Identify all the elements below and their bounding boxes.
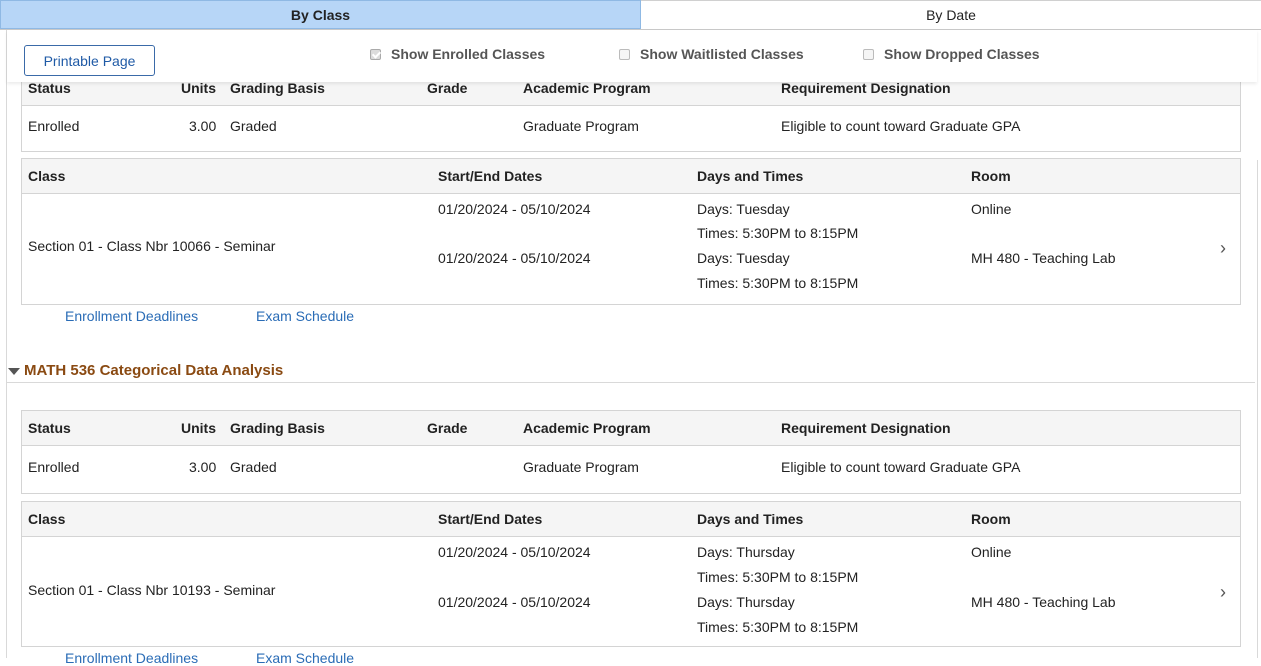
units-value: 3.00 (189, 459, 217, 475)
meeting-dates: 01/20/2024 - 05/10/2024 (438, 544, 591, 560)
course-title-text: MATH 536 Categorical Data Analysis (24, 362, 284, 379)
course-2-class-table: Class Start/End Dates Days and Times Roo… (21, 501, 1241, 647)
options-toolbar: Printable Page Show Enrolled Classes Sho… (7, 30, 1257, 82)
section-name: Section 01 - Class Nbr 10193 - Seminar (28, 582, 276, 598)
col-status-header: Status (28, 420, 71, 436)
meeting-times: Times: 5:30PM to 8:15PM (697, 275, 859, 291)
tab-by-class[interactable]: By Class (0, 0, 641, 29)
chevron-right-icon[interactable]: › (1220, 238, 1226, 259)
chevron-right-icon[interactable]: › (1220, 582, 1226, 603)
summary-header-row: Status Units Grading Basis Grade Academi… (22, 411, 1240, 446)
meeting-times: Times: 5:30PM to 8:15PM (697, 619, 859, 635)
col-units-header: Units (181, 420, 216, 436)
frame-border-left (6, 30, 7, 658)
meeting-room: MH 480 - Teaching Lab (971, 250, 1116, 266)
col-units-header: Units (181, 80, 216, 96)
tab-by-date[interactable]: By Date (641, 0, 1261, 29)
program-value: Graduate Program (523, 459, 639, 475)
requirement-value: Eligible to count toward Graduate GPA (781, 459, 1021, 475)
units-value: 3.00 (189, 118, 217, 134)
section-divider (7, 382, 1255, 383)
class-header-row: Class Start/End Dates Days and Times Roo… (22, 502, 1240, 537)
exam-schedule-link[interactable]: Exam Schedule (256, 650, 354, 666)
meeting-times: Times: 5:30PM to 8:15PM (697, 569, 859, 585)
enrollment-deadlines-link[interactable]: Enrollment Deadlines (65, 308, 198, 324)
col-dates-header: Start/End Dates (438, 168, 543, 184)
view-tabs: By Class By Date (0, 0, 1261, 30)
checkbox-unchecked-icon[interactable] (863, 48, 874, 60)
col-program-header: Academic Program (523, 80, 651, 96)
class-header-row: Class Start/End Dates Days and Times Roo… (22, 159, 1240, 194)
show-waitlisted-checkbox[interactable]: Show Waitlisted Classes (619, 46, 804, 62)
course-1-summary-table: Status Units Grading Basis Grade Academi… (21, 70, 1241, 152)
exam-schedule-link[interactable]: Exam Schedule (256, 308, 354, 324)
show-dropped-label: Show Dropped Classes (884, 46, 1040, 62)
show-dropped-checkbox[interactable]: Show Dropped Classes (863, 46, 1040, 62)
meeting-days: Days: Tuesday (697, 201, 790, 217)
col-requirement-header: Requirement Designation (781, 420, 951, 436)
requirement-value: Eligible to count toward Graduate GPA (781, 118, 1021, 134)
col-class-header: Class (28, 511, 66, 527)
col-days-times-header: Days and Times (697, 511, 804, 527)
course-2-summary-table: Status Units Grading Basis Grade Academi… (21, 410, 1241, 494)
col-room-header: Room (971, 511, 1011, 527)
printable-page-button[interactable]: Printable Page (24, 45, 155, 76)
col-program-header: Academic Program (523, 420, 651, 436)
meeting-room: Online (971, 201, 1012, 217)
col-grade-header: Grade (427, 420, 468, 436)
meeting-days: Days: Thursday (697, 544, 795, 560)
course-1-class-table: Class Start/End Dates Days and Times Roo… (21, 158, 1241, 305)
show-enrolled-label: Show Enrolled Classes (391, 46, 546, 62)
meeting-room: MH 480 - Teaching Lab (971, 594, 1116, 610)
class-section-row[interactable]: Section 01 - Class Nbr 10066 - Seminar 0… (22, 194, 1240, 305)
grading-value: Graded (230, 459, 277, 475)
enrollment-deadlines-link[interactable]: Enrollment Deadlines (65, 650, 198, 666)
col-grading-header: Grading Basis (230, 80, 325, 96)
show-enrolled-checkbox[interactable]: Show Enrolled Classes (370, 46, 545, 62)
col-class-header: Class (28, 168, 66, 184)
col-requirement-header: Requirement Designation (781, 80, 951, 96)
meeting-days: Days: Tuesday (697, 250, 790, 266)
frame-border-right (1257, 160, 1258, 658)
section-name: Section 01 - Class Nbr 10066 - Seminar (28, 238, 276, 254)
col-grading-header: Grading Basis (230, 420, 325, 436)
meeting-room: Online (971, 544, 1012, 560)
grading-value: Graded (230, 118, 277, 134)
show-waitlisted-label: Show Waitlisted Classes (640, 46, 804, 62)
checkbox-checked-icon[interactable] (370, 48, 381, 60)
status-value: Enrolled (28, 118, 80, 134)
course-2-title[interactable]: MATH 536 Categorical Data Analysis (8, 362, 283, 379)
col-status-header: Status (28, 80, 71, 96)
col-room-header: Room (971, 168, 1011, 184)
class-section-row[interactable]: Section 01 - Class Nbr 10193 - Seminar 0… (22, 537, 1240, 647)
meeting-dates: 01/20/2024 - 05/10/2024 (438, 594, 591, 610)
meeting-dates: 01/20/2024 - 05/10/2024 (438, 250, 591, 266)
status-value: Enrolled (28, 459, 80, 475)
meeting-days: Days: Thursday (697, 594, 795, 610)
program-value: Graduate Program (523, 118, 639, 134)
checkbox-unchecked-icon[interactable] (619, 48, 630, 60)
col-days-times-header: Days and Times (697, 168, 804, 184)
col-dates-header: Start/End Dates (438, 511, 543, 527)
collapse-triangle-icon (8, 368, 20, 375)
col-grade-header: Grade (427, 80, 468, 96)
meeting-dates: 01/20/2024 - 05/10/2024 (438, 201, 591, 217)
meeting-times: Times: 5:30PM to 8:15PM (697, 225, 859, 241)
